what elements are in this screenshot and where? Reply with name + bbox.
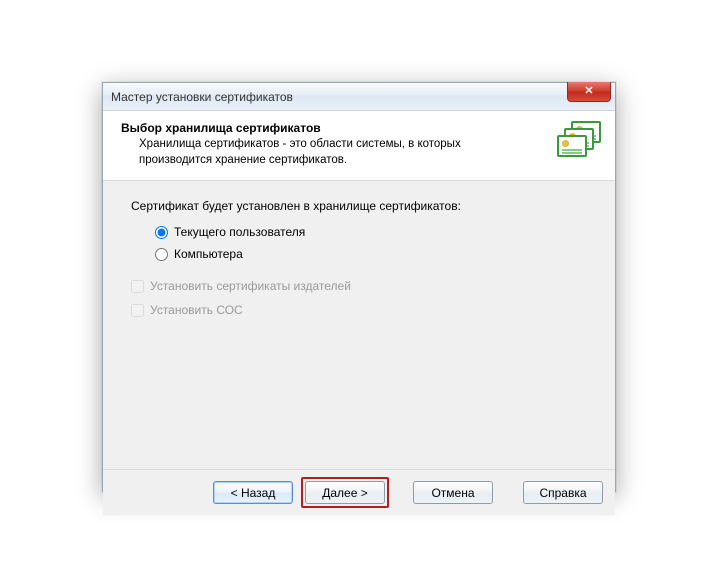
radio-computer[interactable]: Компьютера xyxy=(155,247,587,261)
radio-computer-input[interactable] xyxy=(155,248,168,261)
radio-current-user[interactable]: Текущего пользователя xyxy=(155,225,587,239)
window-title: Мастер установки сертификатов xyxy=(111,90,293,104)
checkbox-publishers-input xyxy=(131,280,144,293)
checkbox-crl-input xyxy=(131,304,144,317)
button-bar: < Назад Далее > Отмена Справка xyxy=(103,469,615,515)
cancel-button[interactable]: Отмена xyxy=(413,481,493,504)
next-button-highlight: Далее > xyxy=(301,477,389,508)
radio-computer-label: Компьютера xyxy=(174,247,243,261)
help-button[interactable]: Справка xyxy=(523,481,603,504)
close-icon: ✕ xyxy=(584,86,593,97)
titlebar: Мастер установки сертификатов ✕ xyxy=(103,83,615,111)
header-title: Выбор хранилища сертификатов xyxy=(121,121,547,135)
store-radio-group: Текущего пользователя Компьютера xyxy=(131,225,587,261)
back-button[interactable]: < Назад xyxy=(213,481,293,504)
header-text: Выбор хранилища сертификатов Хранилища с… xyxy=(121,121,547,168)
checkbox-crl-label: Установить СОС xyxy=(150,303,243,317)
intro-text: Сертификат будет установлен в хранилище … xyxy=(131,199,587,213)
checkbox-publishers: Установить сертификаты издателей xyxy=(131,279,587,293)
checkbox-crl: Установить СОС xyxy=(131,303,587,317)
close-button[interactable]: ✕ xyxy=(567,82,611,102)
radio-current-user-input[interactable] xyxy=(155,226,168,239)
content-pane: Сертификат будет установлен в хранилище … xyxy=(103,181,615,469)
header-subtitle: Хранилища сертификатов - это области сис… xyxy=(121,137,501,168)
header-pane: Выбор хранилища сертификатов Хранилища с… xyxy=(103,111,615,181)
next-button[interactable]: Далее > xyxy=(305,481,385,504)
wizard-dialog: Мастер установки сертификатов ✕ Выбор хр… xyxy=(102,82,616,492)
radio-current-user-label: Текущего пользователя xyxy=(174,225,305,239)
checkbox-publishers-label: Установить сертификаты издателей xyxy=(150,279,351,293)
certificates-icon xyxy=(555,121,601,163)
